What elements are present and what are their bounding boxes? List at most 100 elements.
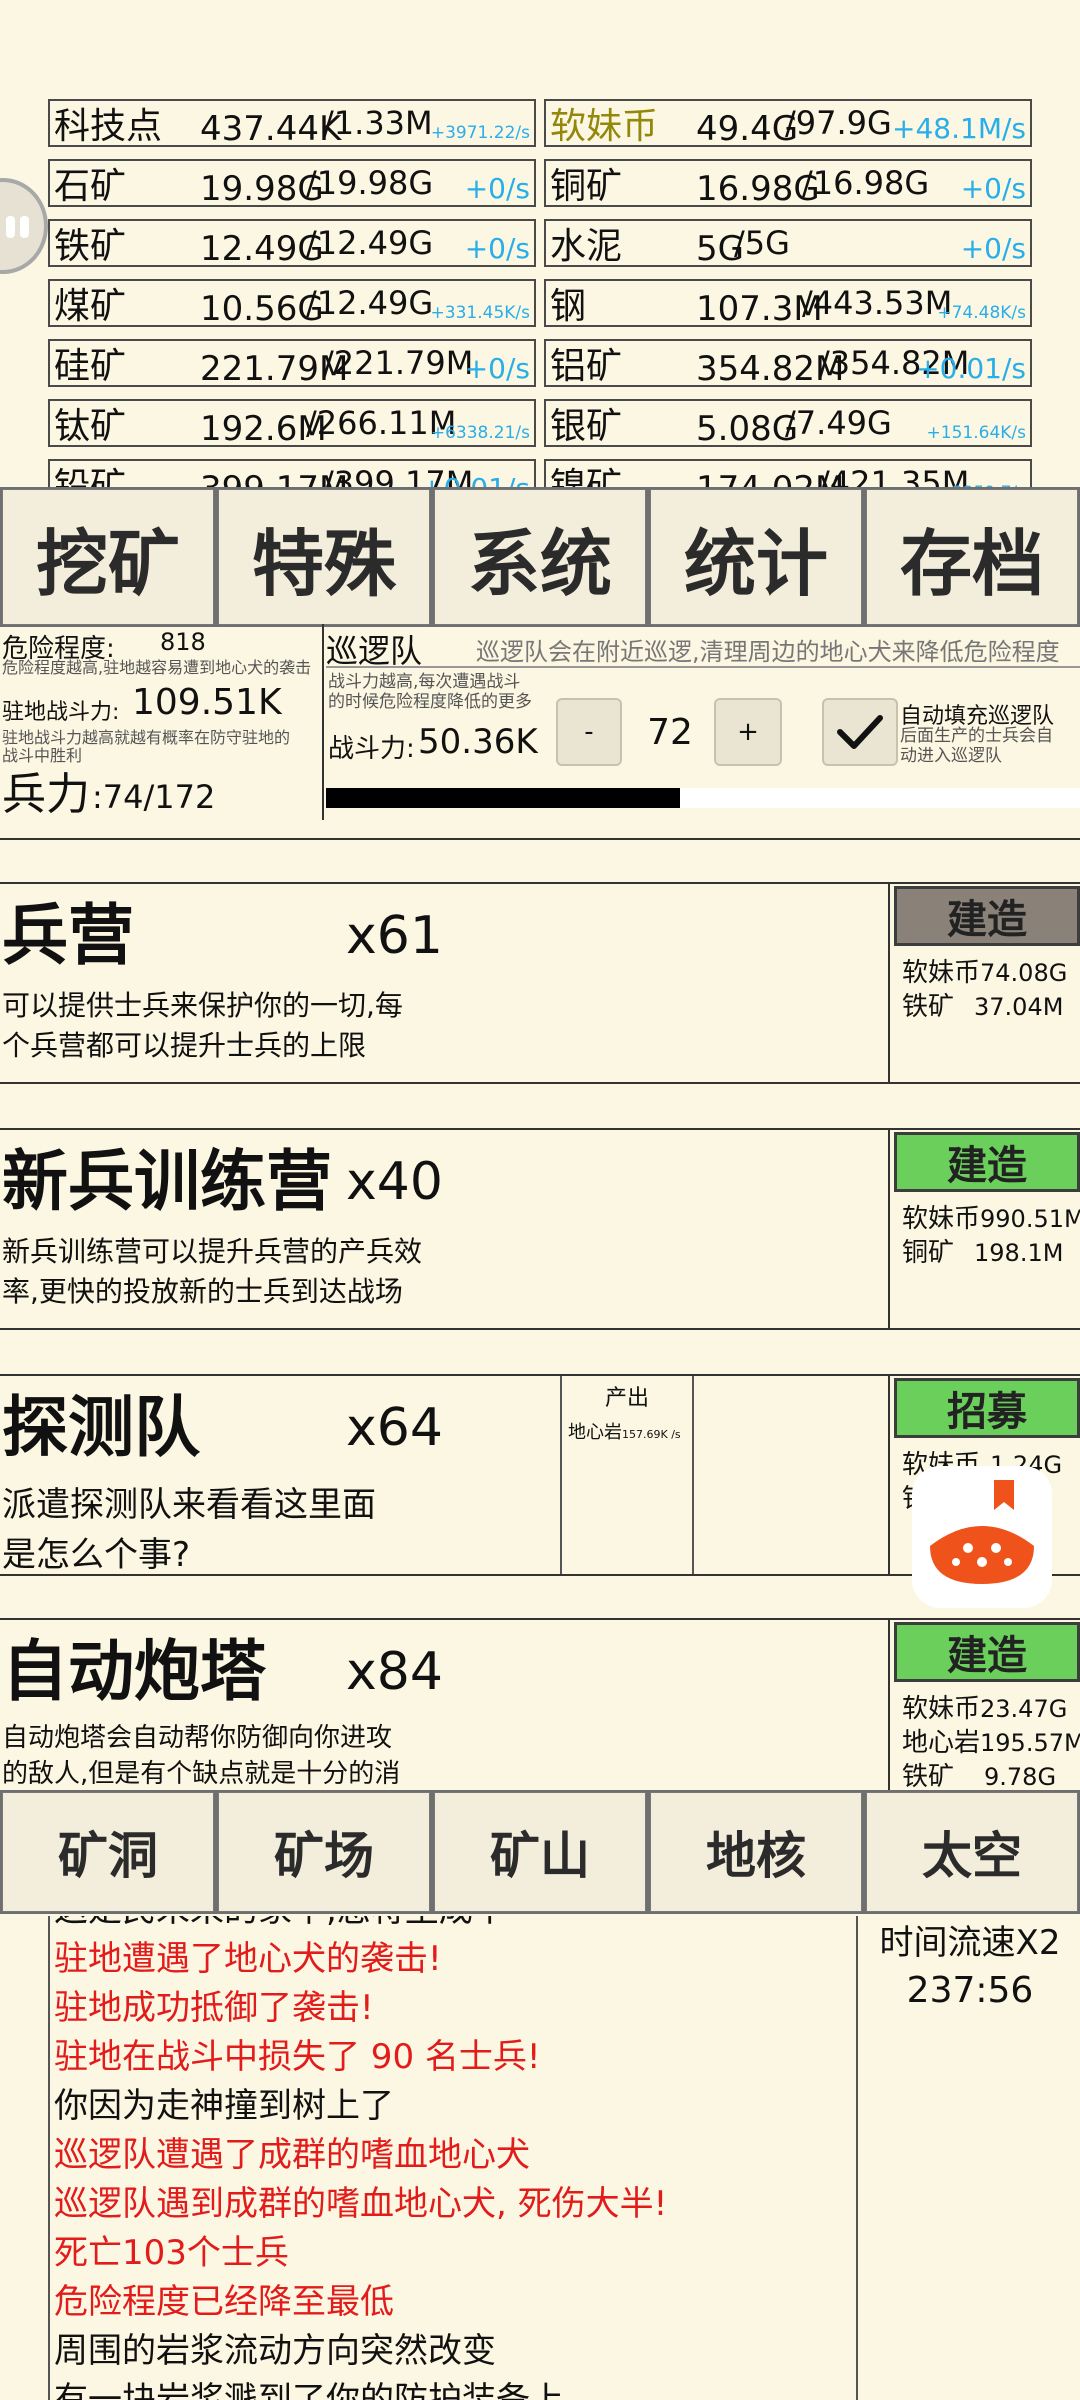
tab-space[interactable]: 太空	[866, 1792, 1078, 1912]
resource-cell: 铅矿 399.17M/399.17M +0.01/s	[48, 459, 536, 489]
cost-value: 990.51M	[980, 1205, 1080, 1233]
build-button[interactable]: 建造	[894, 1622, 1080, 1682]
resource-name: 科技点	[54, 106, 163, 147]
building-desc-line: 率,更快的投放新的士兵到达战场	[2, 1275, 403, 1308]
building-desc-line: 是怎么个事?	[2, 1535, 191, 1575]
building-desc: 新兵训练营可以提升兵营的产兵效 率,更快的投放新的士兵到达战场	[2, 1232, 422, 1312]
patrol-power-value: 50.36K	[418, 722, 538, 762]
area-tab-bar: 矿洞 矿场 矿山 地核 太空	[0, 1790, 1080, 1914]
patrol-increase-button[interactable]: +	[714, 698, 782, 766]
resource-rate: +331.45K/s	[430, 303, 530, 323]
patrol-count: 72	[647, 712, 693, 753]
build-button[interactable]: 建造	[894, 1132, 1080, 1192]
time-panel: 时间流速X2 237:56	[860, 1920, 1080, 2016]
building-desc-line: 个兵营都可以提升士兵的上限	[2, 1029, 367, 1062]
patrol-desc: 巡逻队会在附近巡逻,清理周边的地心犬来降低危险程度	[476, 638, 1060, 666]
tab-special[interactable]: 特殊	[218, 489, 430, 625]
troops-label: 兵力	[2, 769, 90, 820]
troops-value: :74/172	[92, 778, 216, 816]
tab-save[interactable]: 存档	[866, 489, 1078, 625]
tab-core[interactable]: 地核	[650, 1792, 862, 1912]
resource-name: 水泥	[550, 226, 623, 267]
auto-fill-checkbox[interactable]	[822, 698, 898, 766]
building-action-panel: 建造 软妹币23.47G 地心岩195.57M 铁矿 9.78G	[888, 1620, 1080, 1818]
danger-section: 危险程度: 818 危险程度越高,驻地越容易遭到地心犬的袭击 驻地战斗力: 10…	[0, 624, 324, 820]
build-button[interactable]: 建造	[894, 886, 1080, 946]
garrison-hint-1: 驻地战斗力越高就越有概率在防守驻地的	[2, 728, 291, 747]
resource-cell: 银矿 5.08G/7.49G +151.64K/s	[544, 399, 1032, 447]
resource-cell: 硅矿 221.79M/221.79M +0/s	[48, 339, 536, 387]
auto-fill-hint-2: 动进入巡逻队	[900, 746, 1002, 766]
log-line: 这是民未来的家中,您将生成不	[50, 1916, 856, 1935]
tab-mining[interactable]: 挖矿	[2, 489, 214, 625]
building-desc: 派遣探测队来看看这里面 是怎么个事?	[2, 1480, 376, 1580]
building-desc-line: 派遣探测队来看看这里面	[2, 1485, 376, 1525]
patrol-decrease-button[interactable]: -	[556, 698, 622, 766]
resource-rate: +74.48K/s	[937, 303, 1026, 323]
resource-name: 煤矿	[54, 286, 127, 327]
patrol-title: 巡逻队	[326, 632, 423, 670]
log-line: 巡逻队遇到成群的嗜血地心犬, 死伤大半!	[54, 2184, 668, 2224]
pause-icon	[6, 216, 15, 238]
building-action-panel: 建造 软妹币990.51M 铜矿 198.1M	[888, 1130, 1080, 1328]
building-desc: 自动炮塔会自动帮你防御向你进攻 的敌人,但是有个缺点就是十分的消	[2, 1720, 400, 1792]
log-line: 危险程度已经降至最低	[54, 2282, 394, 2322]
log-line: 巡逻队遭遇了成群的嗜血地心犬	[54, 2135, 530, 2175]
resource-rate: +6338.21/s	[430, 423, 530, 443]
resource-name: 铁矿	[54, 226, 127, 267]
resource-rate: +0/s	[464, 232, 530, 265]
log-line: 死亡103个士兵	[54, 2233, 289, 2273]
building-count: x64	[346, 1398, 443, 1458]
tab-mine-field[interactable]: 矿场	[218, 1792, 430, 1912]
cost-row: 软妹币23.47G	[902, 1692, 1067, 1726]
recruit-button[interactable]: 招募	[894, 1378, 1080, 1438]
resource-rate: +48.1M/s	[892, 112, 1026, 145]
log-line: 有一块岩浆溅到了你的防护装备上	[54, 2380, 564, 2400]
resource-cap: /7.49G	[785, 404, 892, 442]
floating-pause-button[interactable]	[0, 178, 48, 274]
tab-cave[interactable]: 矿洞	[2, 1792, 214, 1912]
cost-value: 23.47G	[980, 1695, 1068, 1723]
patrol-hint-2: 的时候危险程度降低的更多	[328, 692, 532, 712]
resource-current: 5.08G	[696, 409, 799, 447]
danger-value: 818	[160, 628, 206, 656]
cost-name: 地心岩	[902, 1728, 981, 1758]
resource-name: 软妹币	[550, 106, 659, 147]
resource-cap: /221.79M	[323, 344, 474, 382]
building-desc: 可以提供士兵来保护你的一切,每 个兵营都可以提升士兵的上限	[2, 986, 403, 1066]
time-speed: 时间流速X2	[879, 1923, 1061, 1963]
resource-rate: +0/s	[960, 232, 1026, 265]
garrison-hint-2: 战斗中胜利	[2, 746, 83, 765]
resource-rate: +0.01/s	[916, 352, 1026, 385]
resource-name: 镍矿	[550, 466, 623, 490]
building-desc-line: 可以提供士兵来保护你的一切,每	[2, 989, 403, 1022]
building-name: 自动炮塔	[2, 1633, 266, 1710]
resource-cap: /443.53M	[802, 284, 953, 322]
resource-name: 钢	[550, 286, 587, 327]
resource-cell: 水泥 5G/5G +0/s	[544, 219, 1032, 267]
tab-system[interactable]: 系统	[434, 489, 646, 625]
patrol-power-label: 战斗力:	[328, 734, 415, 764]
resource-cell: 镍矿174.02M/421.35M+3359.7/s	[544, 459, 1032, 489]
pause-icon-bar	[20, 216, 29, 238]
resource-cell: 石矿 19.98G/19.98G +0/s	[48, 159, 536, 207]
cost-name: 铁矿	[902, 1762, 955, 1792]
tab-stats[interactable]: 统计	[650, 489, 862, 625]
tomato-novel-app-icon[interactable]	[912, 1466, 1052, 1608]
output-label: 产出	[604, 1386, 649, 1411]
log-line: 驻地成功抵御了袭击!	[54, 1988, 374, 2028]
auto-fill-hint-1: 后面生产的士兵会自	[900, 726, 1053, 746]
building-desc-line: 的敌人,但是有个缺点就是十分的消	[2, 1759, 401, 1789]
divider	[0, 838, 1080, 840]
resource-cap: /12.49G	[306, 284, 434, 322]
building-count: x84	[346, 1642, 443, 1702]
cost-value: 198.1M	[974, 1239, 1064, 1267]
resource-cap: /97.9G	[785, 104, 892, 142]
cost-row: 软妹币74.08G	[902, 956, 1067, 990]
resource-cap: /19.98G	[306, 164, 434, 202]
tab-mountain[interactable]: 矿山	[434, 1792, 646, 1912]
resource-cell: 钛矿 192.6M/266.11M +6338.21/s	[48, 399, 536, 447]
building-barracks: 兵营 x61 可以提供士兵来保护你的一切,每 个兵营都可以提升士兵的上限 建造 …	[0, 882, 1080, 1084]
cost-value: 74.08G	[980, 959, 1068, 987]
cost-value: 9.78G	[984, 1763, 1057, 1791]
